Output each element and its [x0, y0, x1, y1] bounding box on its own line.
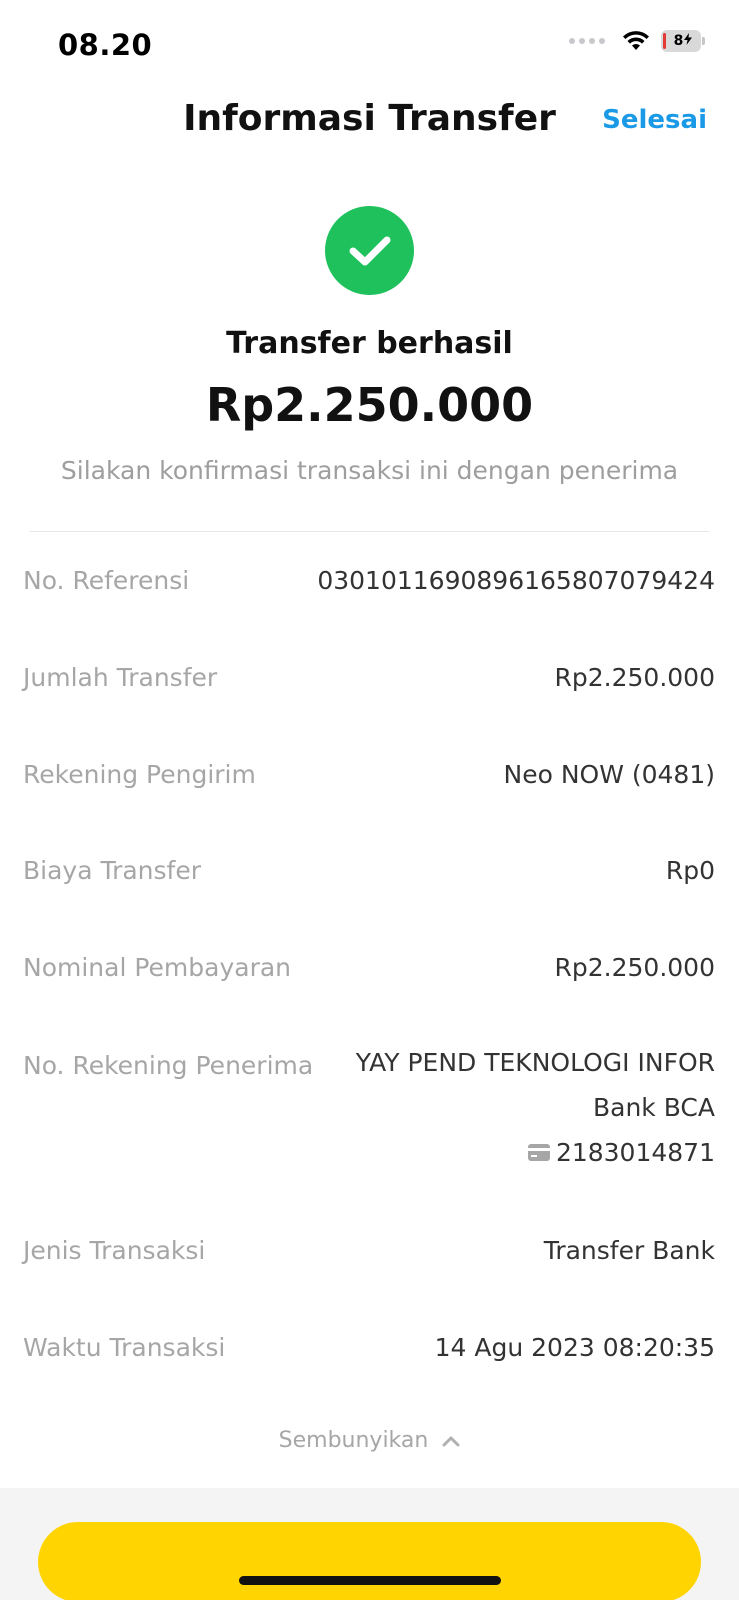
- recipient-bank: Bank BCA: [592, 1093, 715, 1122]
- detail-value: Rp2.250.000: [554, 953, 715, 982]
- detail-value: Rp0: [665, 856, 715, 885]
- hide-details-label: Sembunyikan: [278, 1428, 429, 1453]
- card-icon: [527, 1144, 550, 1161]
- detail-label: Jenis Transaksi: [23, 1236, 206, 1265]
- detail-label: Waktu Transaksi: [23, 1333, 226, 1362]
- header: Informasi Transfer Selesai: [0, 92, 739, 158]
- success-title: Transfer berhasil: [226, 326, 513, 361]
- detail-value: 14 Agu 2023 08:20:35: [434, 1333, 715, 1362]
- cellular-signal-icon: [569, 38, 605, 44]
- chevron-up-icon: [442, 1436, 460, 1446]
- recipient-info: YAY PEND TEKNOLOGI INFOR Bank BCA 218301…: [356, 1040, 715, 1175]
- detail-label: Biaya Transfer: [23, 856, 202, 885]
- detail-label: Jumlah Transfer: [23, 663, 218, 692]
- detail-label: No. Referensi: [23, 566, 190, 595]
- home-indicator: [239, 1576, 501, 1585]
- battery-icon: 8: [661, 30, 705, 52]
- status-bar: 08.20 8: [0, 0, 739, 90]
- status-icons: 8: [569, 30, 705, 52]
- detail-value: Neo NOW (0481): [503, 760, 716, 789]
- wifi-icon: [623, 31, 649, 50]
- detail-label: No. Rekening Penerima: [23, 1051, 314, 1080]
- divider: [30, 531, 709, 532]
- detail-value: Rp2.250.000: [554, 663, 715, 692]
- recipient-account: 2183014871: [356, 1130, 715, 1175]
- detail-label: Nominal Pembayaran: [23, 953, 292, 982]
- transfer-amount: Rp2.250.000: [205, 378, 534, 432]
- detail-label: Rekening Pengirim: [23, 760, 256, 789]
- hide-details-button[interactable]: Sembunyikan: [0, 1428, 739, 1453]
- status-time: 08.20: [58, 28, 153, 62]
- detail-value: Transfer Bank: [543, 1236, 715, 1265]
- primary-action-button[interactable]: [38, 1522, 701, 1600]
- battery-level: 8: [674, 33, 693, 49]
- recipient-account-number: 2183014871: [555, 1138, 715, 1167]
- done-button[interactable]: Selesai: [602, 105, 707, 135]
- recipient-name: YAY PEND TEKNOLOGI INFOR: [355, 1048, 715, 1077]
- detail-value: 030101169089616580707942​4: [317, 566, 715, 595]
- success-check-icon: [325, 206, 414, 295]
- confirmation-note: Silakan konfirmasi transaksi ini dengan …: [60, 456, 679, 485]
